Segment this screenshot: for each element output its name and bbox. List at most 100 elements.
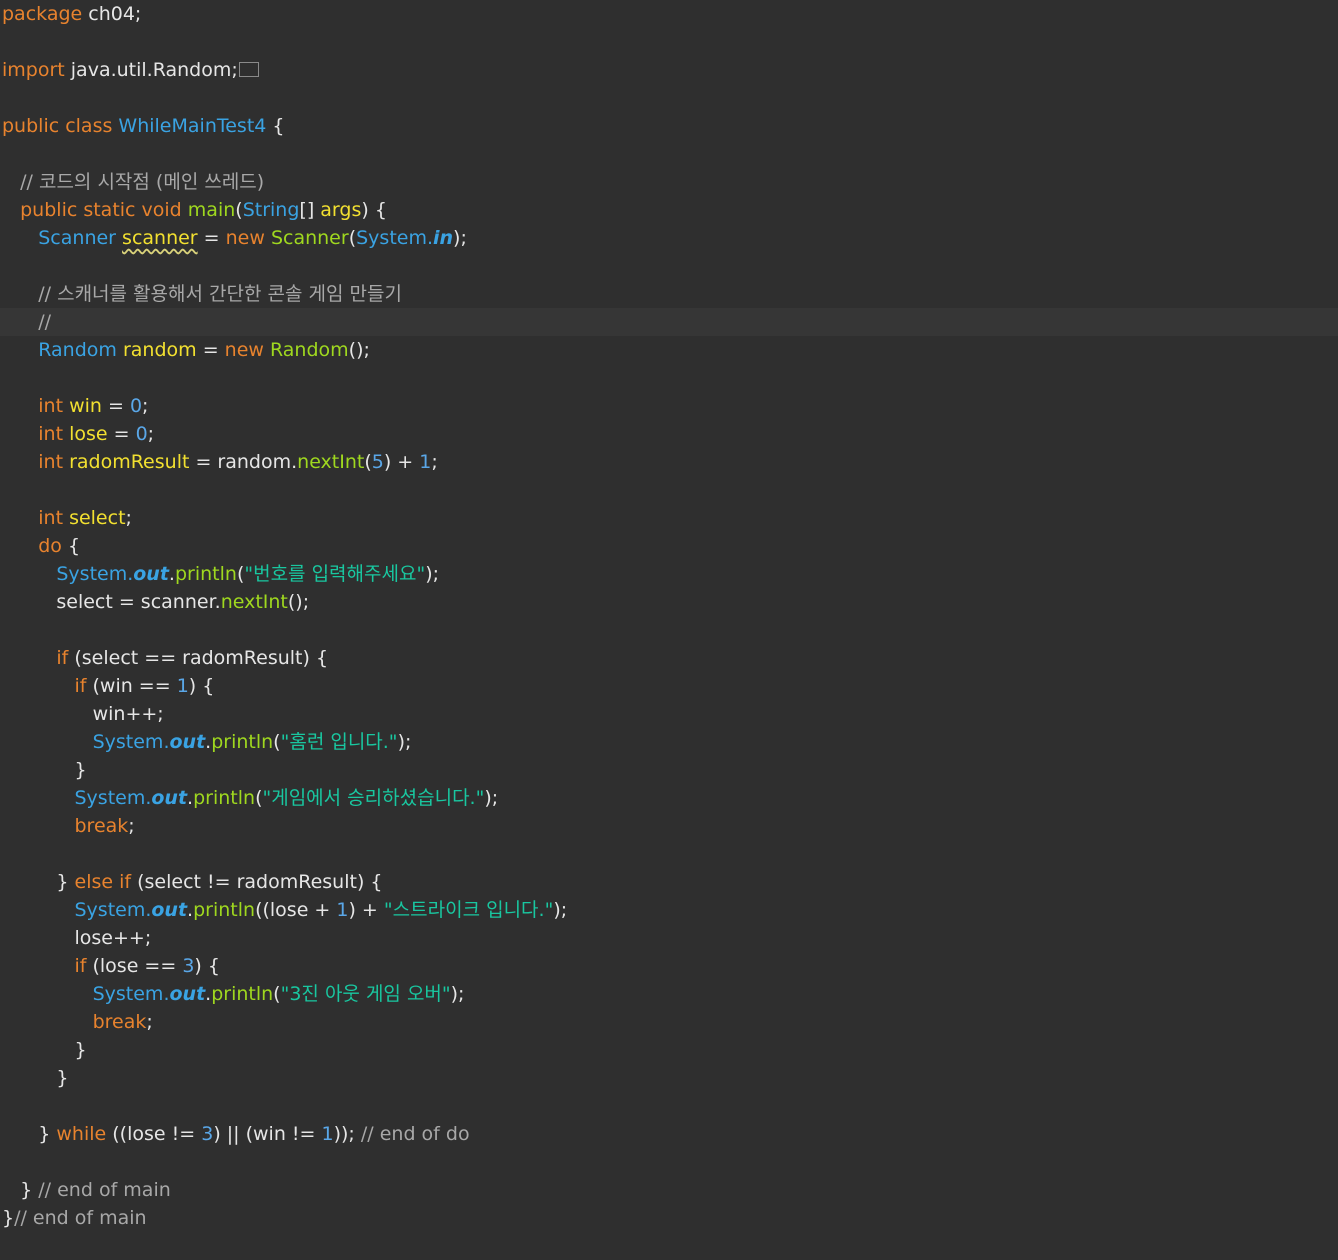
code-token-default bbox=[2, 283, 38, 305]
code-line[interactable]: break; bbox=[0, 812, 1338, 840]
code-line[interactable]: System.out.println((lose + 1) + "스트라이크 입… bbox=[0, 896, 1338, 924]
code-token-keyword: break bbox=[92, 1011, 147, 1033]
code-token-default: ; bbox=[128, 815, 135, 837]
code-token-keyword: int bbox=[38, 451, 70, 473]
code-line[interactable]: win++; bbox=[0, 700, 1338, 728]
code-token-keyword: int bbox=[38, 507, 70, 529]
code-line[interactable] bbox=[0, 616, 1338, 644]
code-line[interactable] bbox=[0, 1148, 1338, 1176]
code-line[interactable]: System.out.println("홈런 입니다."); bbox=[0, 728, 1338, 756]
code-token-string: "번호를 입력해주세요" bbox=[244, 563, 426, 585]
code-token-keyword: else if bbox=[74, 871, 132, 893]
code-line[interactable]: } bbox=[0, 1036, 1338, 1064]
code-token-default bbox=[2, 703, 93, 725]
code-token-class: System. bbox=[356, 227, 433, 249]
code-line[interactable]: } bbox=[0, 1064, 1338, 1092]
code-line[interactable]: System.out.println("3진 아웃 게임 오버"); bbox=[0, 980, 1338, 1008]
code-token-method: nextInt bbox=[297, 451, 365, 473]
code-editor[interactable]: package ch04; import java.util.Random; pub… bbox=[0, 0, 1338, 1260]
code-line[interactable]: if (select == radomResult) { bbox=[0, 644, 1338, 672]
code-token-keyword: if bbox=[74, 675, 87, 697]
code-line[interactable]: } bbox=[0, 756, 1338, 784]
code-token-var-squiggle: scanner bbox=[122, 227, 198, 249]
code-token-string: "3진 아웃 게임 오버" bbox=[280, 983, 451, 1005]
code-line[interactable]: } while ((lose != 3) || (win != 1)); // … bbox=[0, 1120, 1338, 1148]
code-token-number: 3 bbox=[182, 955, 195, 977]
code-line[interactable]: // 코드의 시작점 (메인 쓰레드) bbox=[0, 168, 1338, 196]
code-token-method: println bbox=[193, 899, 256, 921]
code-line[interactable]: int select; bbox=[0, 504, 1338, 532]
code-token-default: = bbox=[107, 423, 136, 445]
code-line[interactable]: int lose = 0; bbox=[0, 420, 1338, 448]
code-line[interactable]: int win = 0; bbox=[0, 392, 1338, 420]
code-line[interactable]: System.out.println("게임에서 승리하셨습니다."); bbox=[0, 784, 1338, 812]
code-line[interactable]: } // end of main bbox=[0, 1176, 1338, 1204]
code-line[interactable]: import java.util.Random; bbox=[0, 56, 1338, 84]
code-token-default: ; bbox=[431, 451, 438, 473]
code-token-keyword: if bbox=[56, 647, 69, 669]
code-token-default: ( bbox=[235, 199, 243, 221]
code-token-default bbox=[2, 899, 74, 921]
code-line[interactable]: lose++; bbox=[0, 924, 1338, 952]
code-line[interactable] bbox=[0, 28, 1338, 56]
code-token-static: out bbox=[133, 563, 169, 585]
code-line[interactable]: System.out.println("번호를 입력해주세요"); bbox=[0, 560, 1338, 588]
code-line[interactable] bbox=[0, 840, 1338, 868]
code-token-default: ); bbox=[397, 731, 412, 753]
code-line[interactable]: if (win == 1) { bbox=[0, 672, 1338, 700]
code-line[interactable] bbox=[0, 476, 1338, 504]
code-line[interactable]: Random random = new Random(); bbox=[0, 336, 1338, 364]
folded-imports-icon[interactable] bbox=[238, 62, 259, 77]
code-token-default: ); bbox=[553, 899, 568, 921]
code-token-number: 1 bbox=[321, 1123, 334, 1145]
code-token-method: Scanner bbox=[270, 227, 349, 249]
code-token-default: = random. bbox=[189, 451, 298, 473]
code-token-default: ); bbox=[484, 787, 499, 809]
code-line[interactable]: }// end of main bbox=[0, 1204, 1338, 1232]
code-token-class: System. bbox=[74, 787, 152, 809]
code-token-default bbox=[2, 871, 56, 893]
code-token-default: (); bbox=[287, 591, 310, 613]
code-token-number: 1 bbox=[419, 451, 432, 473]
code-line[interactable] bbox=[0, 84, 1338, 112]
code-token-method: println bbox=[211, 731, 274, 753]
code-line[interactable]: if (lose == 3) { bbox=[0, 952, 1338, 980]
code-line[interactable]: package ch04; bbox=[0, 0, 1338, 28]
code-token-static: in bbox=[433, 227, 454, 249]
code-token-default: { bbox=[266, 115, 285, 137]
code-line[interactable]: Scanner scanner = new Scanner(System.in)… bbox=[0, 224, 1338, 252]
code-token-default: ) { bbox=[194, 955, 220, 977]
code-token-keyword: import bbox=[2, 59, 65, 81]
code-line[interactable] bbox=[0, 1092, 1338, 1120]
code-line[interactable] bbox=[0, 252, 1338, 280]
code-token-default: ) { bbox=[361, 199, 387, 221]
code-line[interactable]: break; bbox=[0, 1008, 1338, 1036]
code-line[interactable] bbox=[0, 364, 1338, 392]
code-token-default: } bbox=[56, 1067, 69, 1089]
code-token-variable: args bbox=[320, 199, 362, 221]
code-token-default: ((lose != bbox=[106, 1123, 202, 1145]
code-token-default bbox=[2, 983, 93, 1005]
code-line[interactable]: int radomResult = random.nextInt(5) + 1; bbox=[0, 448, 1338, 476]
code-token-variable: random bbox=[122, 339, 197, 361]
code-token-default: ( bbox=[348, 227, 357, 249]
code-line[interactable]: } else if (select != radomResult) { bbox=[0, 868, 1338, 896]
code-line[interactable]: // bbox=[0, 308, 1338, 336]
code-token-class: Random bbox=[38, 339, 117, 361]
code-token-default: (lose == bbox=[86, 955, 183, 977]
code-line[interactable]: public static void main(String[] args) { bbox=[0, 196, 1338, 224]
code-token-default bbox=[2, 675, 74, 697]
code-token-class: System. bbox=[92, 983, 170, 1005]
code-token-keyword: new bbox=[225, 227, 271, 249]
code-line[interactable] bbox=[0, 140, 1338, 168]
code-line[interactable]: do { bbox=[0, 532, 1338, 560]
code-token-default: ; bbox=[147, 423, 155, 445]
code-line[interactable]: select = scanner.nextInt(); bbox=[0, 588, 1338, 616]
code-token-default bbox=[2, 171, 20, 193]
code-token-default bbox=[2, 1067, 56, 1089]
code-token-default bbox=[2, 1011, 93, 1033]
code-line[interactable]: public class WhileMainTest4 { bbox=[0, 112, 1338, 140]
code-token-default: ); bbox=[450, 983, 465, 1005]
code-line[interactable]: // 스캐너를 활용해서 간단한 콘솔 게임 만들기 bbox=[0, 280, 1338, 308]
code-token-method: println bbox=[193, 787, 256, 809]
